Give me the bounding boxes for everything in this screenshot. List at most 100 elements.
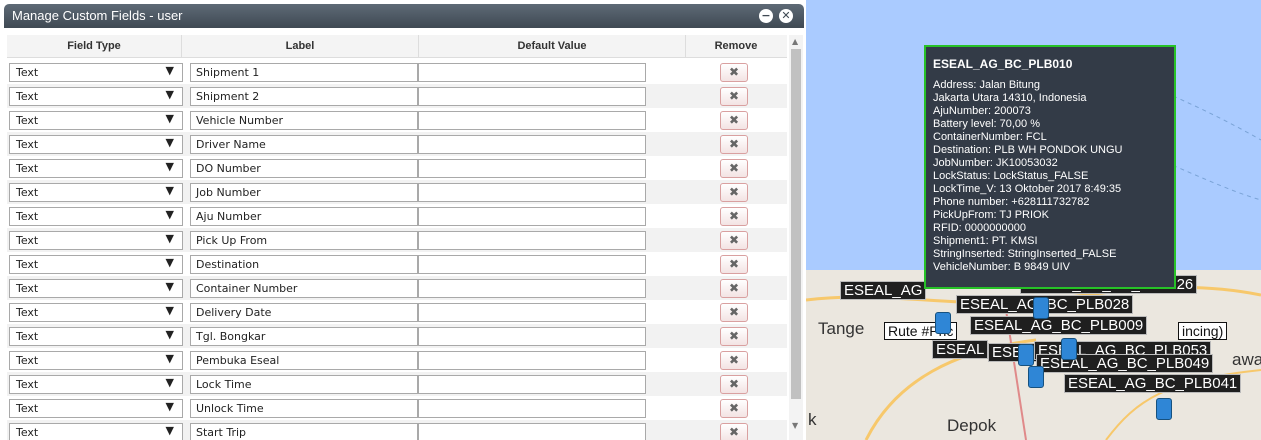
label-input[interactable]: Tgl. Bongkar [190, 327, 418, 346]
remove-icon: ✖ [728, 401, 740, 415]
label-input[interactable]: Delivery Date [190, 303, 418, 322]
field-type-select[interactable]: Text ▼ [9, 111, 183, 130]
vehicle-marker-icon[interactable] [1018, 344, 1034, 366]
default-value-input[interactable] [418, 351, 646, 370]
default-value-input[interactable] [418, 111, 646, 130]
table-row: Text ▼ Lock Time ✖ [7, 372, 787, 396]
label-input[interactable]: Vehicle Number [190, 111, 418, 130]
label-input[interactable]: Aju Number [190, 207, 418, 226]
remove-button[interactable]: ✖ [720, 303, 748, 322]
remove-button[interactable]: ✖ [720, 423, 748, 440]
close-icon[interactable]: ✕ [779, 9, 793, 23]
default-value-input[interactable] [418, 183, 646, 202]
marker-label[interactable]: ESEAL [932, 340, 989, 359]
remove-button[interactable]: ✖ [720, 255, 748, 274]
remove-button[interactable]: ✖ [720, 159, 748, 178]
table-row: Text ▼ DO Number ✖ [7, 156, 787, 180]
default-value-input[interactable] [418, 87, 646, 106]
marker-label[interactable]: ESEAL_AG_BC_PLB009 [970, 316, 1148, 335]
scroll-down-icon[interactable]: ▼ [792, 421, 798, 430]
marker-label[interactable]: ESEAL_AG_BC_PLB041 [1064, 374, 1242, 393]
field-type-select[interactable]: Text ▼ [9, 327, 183, 346]
label-input[interactable]: Container Number [190, 279, 418, 298]
remove-button[interactable]: ✖ [720, 399, 748, 418]
default-value-input[interactable] [418, 375, 646, 394]
field-type-select[interactable]: Text ▼ [9, 399, 183, 418]
vehicle-marker-icon[interactable] [1033, 297, 1049, 319]
vehicle-marker-icon[interactable] [1061, 338, 1077, 360]
field-type-select[interactable]: Text ▼ [9, 303, 183, 322]
default-value-input[interactable] [418, 135, 646, 154]
field-type-select[interactable]: Text ▼ [9, 159, 183, 178]
field-type-select[interactable]: Text ▼ [9, 207, 183, 226]
default-value-input[interactable] [418, 327, 646, 346]
default-value-input[interactable] [418, 255, 646, 274]
default-value-input[interactable] [418, 63, 646, 82]
remove-button[interactable]: ✖ [720, 375, 748, 394]
field-type-select[interactable]: Text ▼ [9, 231, 183, 250]
default-value-input[interactable] [418, 159, 646, 178]
remove-button[interactable]: ✖ [720, 63, 748, 82]
remove-button[interactable]: ✖ [720, 183, 748, 202]
field-type-select[interactable]: Text ▼ [9, 87, 183, 106]
label-input[interactable]: DO Number [190, 159, 418, 178]
label-input[interactable]: Pembuka Eseal [190, 351, 418, 370]
label-input[interactable]: Job Number [190, 183, 418, 202]
remove-button[interactable]: ✖ [720, 135, 748, 154]
field-type-value: Text [16, 186, 39, 199]
field-type-select[interactable]: Text ▼ [9, 135, 183, 154]
label-input[interactable]: Start Trip [190, 423, 418, 440]
label-input[interactable]: Shipment 2 [190, 87, 418, 106]
default-value-input[interactable] [418, 279, 646, 298]
column-remove[interactable]: Remove [686, 35, 786, 57]
column-label[interactable]: Label [182, 35, 419, 57]
table-row: Text ▼ Delivery Date ✖ [7, 300, 787, 324]
field-type-select[interactable]: Text ▼ [9, 279, 183, 298]
label-input[interactable]: Destination [190, 255, 418, 274]
remove-button[interactable]: ✖ [720, 87, 748, 106]
vehicle-marker-icon[interactable] [1028, 366, 1044, 388]
grid-scrollbar[interactable]: ▲ ▼ [789, 35, 803, 440]
label-input[interactable]: Shipment 1 [190, 63, 418, 82]
vehicle-marker-icon[interactable] [935, 312, 951, 334]
field-type-select[interactable]: Text ▼ [9, 183, 183, 202]
default-value-input[interactable] [418, 231, 646, 250]
column-field-type[interactable]: Field Type [7, 35, 182, 57]
remove-button[interactable]: ✖ [720, 231, 748, 250]
remove-button[interactable]: ✖ [720, 111, 748, 130]
remove-icon: ✖ [728, 185, 740, 199]
tooltip-line: Shipment1: PT. KMSI [933, 235, 1038, 247]
default-value-input[interactable] [418, 423, 646, 440]
route-label[interactable]: incing) [1178, 322, 1228, 340]
dialog-titlebar[interactable]: Manage Custom Fields - user − ✕ [4, 4, 804, 28]
field-type-select[interactable]: Text ▼ [9, 63, 183, 82]
chevron-down-icon: ▼ [165, 400, 174, 413]
field-type-select[interactable]: Text ▼ [9, 423, 183, 440]
table-row: Text ▼ Shipment 1 ✖ [7, 60, 787, 84]
minimize-icon[interactable]: − [759, 9, 773, 23]
tooltip-line: LockTime_V: 13 Oktober 2017 8:49:35 [933, 183, 1122, 195]
column-default-value[interactable]: Default Value [419, 35, 686, 57]
remove-button[interactable]: ✖ [720, 327, 748, 346]
vehicle-marker-icon[interactable] [1156, 398, 1172, 420]
field-type-select[interactable]: Text ▼ [9, 255, 183, 274]
scroll-thumb[interactable] [791, 49, 801, 399]
field-type-value: Text [16, 234, 39, 247]
default-value-input[interactable] [418, 207, 646, 226]
remove-button[interactable]: ✖ [720, 207, 748, 226]
scroll-up-icon[interactable]: ▲ [792, 37, 798, 46]
map-view[interactable]: Tange Depok k awa ESEAL_AG ESEAL_AG_BC_P… [806, 0, 1261, 440]
remove-button[interactable]: ✖ [720, 351, 748, 370]
default-value-input[interactable] [418, 303, 646, 322]
label-input[interactable]: Driver Name [190, 135, 418, 154]
field-type-select[interactable]: Text ▼ [9, 375, 183, 394]
fields-grid: Field Type Label Default Value Remove Te… [7, 35, 787, 440]
tooltip-line: RFID: 0000000000 [933, 222, 1026, 234]
marker-label[interactable]: ESEAL_AG [840, 281, 927, 300]
label-input[interactable]: Unlock Time [190, 399, 418, 418]
label-input[interactable]: Pick Up From [190, 231, 418, 250]
remove-button[interactable]: ✖ [720, 279, 748, 298]
default-value-input[interactable] [418, 399, 646, 418]
label-input[interactable]: Lock Time [190, 375, 418, 394]
field-type-select[interactable]: Text ▼ [9, 351, 183, 370]
